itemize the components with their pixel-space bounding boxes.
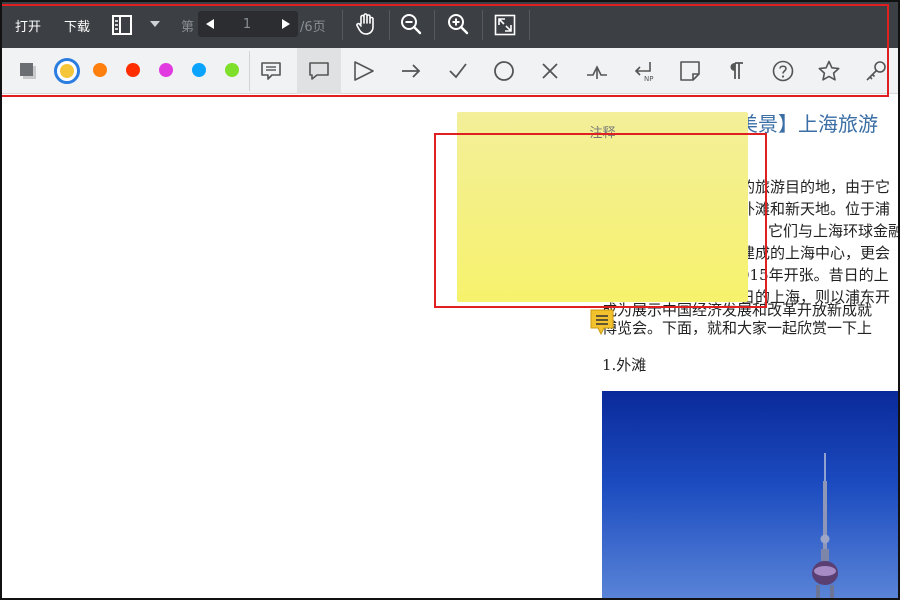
zoom-in-icon[interactable] bbox=[445, 11, 471, 37]
new-paragraph-icon[interactable]: NP bbox=[625, 53, 661, 89]
circle-icon[interactable] bbox=[486, 53, 522, 89]
open-button[interactable]: 打开 bbox=[15, 16, 41, 35]
color-swatch-red[interactable] bbox=[126, 63, 140, 77]
chevron-down-icon[interactable] bbox=[148, 17, 162, 31]
page-total: /6页 bbox=[300, 20, 326, 35]
prev-page-icon[interactable] bbox=[202, 14, 218, 34]
layers-icon[interactable] bbox=[10, 53, 46, 89]
arrow-right-icon[interactable] bbox=[393, 53, 429, 89]
cross-icon[interactable] bbox=[532, 53, 568, 89]
toolbar-divider bbox=[342, 10, 343, 40]
fullscreen-icon[interactable] bbox=[492, 12, 518, 38]
doc-text-line-1: 的旅游目的地，由于它 bbox=[740, 178, 891, 196]
color-swatch-magenta[interactable] bbox=[159, 63, 173, 77]
doc-text-line-8: 博览会。下面，就和大家一起欣赏一下上 bbox=[602, 319, 873, 337]
color-swatch-blue[interactable] bbox=[192, 63, 206, 77]
toolbar-divider bbox=[389, 10, 390, 40]
section-heading: 1.外滩 bbox=[602, 356, 647, 374]
color-swatch-green[interactable] bbox=[225, 63, 239, 77]
sidebar-toggle-icon[interactable] bbox=[110, 13, 134, 37]
help-icon[interactable] bbox=[765, 53, 801, 89]
doc-text-line-5: 015年开张。昔日的上 bbox=[740, 266, 889, 284]
download-button[interactable]: 下载 bbox=[64, 16, 90, 35]
hand-pan-icon[interactable] bbox=[353, 11, 379, 37]
doc-text-line-3: 它们与上海环球金融 bbox=[768, 222, 900, 240]
insert-text-icon[interactable] bbox=[579, 53, 615, 89]
toolbar-divider bbox=[434, 10, 435, 40]
oriental-pearl-tower-image bbox=[812, 453, 838, 598]
comment-icon[interactable] bbox=[253, 53, 289, 89]
page-prefix: 第 bbox=[181, 20, 195, 35]
toolbar-divider bbox=[482, 10, 483, 40]
paragraph-icon[interactable] bbox=[718, 53, 754, 89]
document-photo bbox=[602, 391, 898, 598]
next-page-icon[interactable] bbox=[278, 14, 294, 34]
color-dot-yellow bbox=[60, 64, 74, 78]
sticky-note-popup[interactable]: 注释 bbox=[457, 112, 748, 302]
sticky-note-icon[interactable] bbox=[672, 53, 708, 89]
doc-text-line-2: 外滩和新天地。位于浦 bbox=[740, 200, 891, 218]
note-title: 注释 bbox=[589, 126, 616, 141]
note-annotation-icon[interactable] bbox=[590, 309, 614, 336]
svg-text:NP: NP bbox=[644, 75, 653, 83]
doc-text-line-4: 建成的上海中心，更会 bbox=[740, 244, 891, 262]
checkmark-icon[interactable] bbox=[440, 53, 476, 89]
selected-color-swatch[interactable] bbox=[54, 58, 80, 84]
toolbar-divider bbox=[249, 51, 250, 91]
color-swatch-orange[interactable] bbox=[93, 63, 107, 77]
main-toolbar: 打开 下载 第 /6页 bbox=[2, 2, 898, 48]
key-icon[interactable] bbox=[858, 53, 894, 89]
star-icon[interactable] bbox=[811, 53, 847, 89]
zoom-out-icon[interactable] bbox=[398, 11, 424, 37]
toolbar-divider bbox=[529, 10, 530, 40]
speech-bubble-icon[interactable] bbox=[297, 48, 341, 94]
send-arrow-icon[interactable] bbox=[346, 53, 382, 89]
page-number-input[interactable] bbox=[223, 11, 271, 37]
document-title: 美景】上海旅游 bbox=[738, 112, 878, 136]
pdf-viewer-window: 打开 下载 第 /6页 bbox=[0, 0, 900, 600]
